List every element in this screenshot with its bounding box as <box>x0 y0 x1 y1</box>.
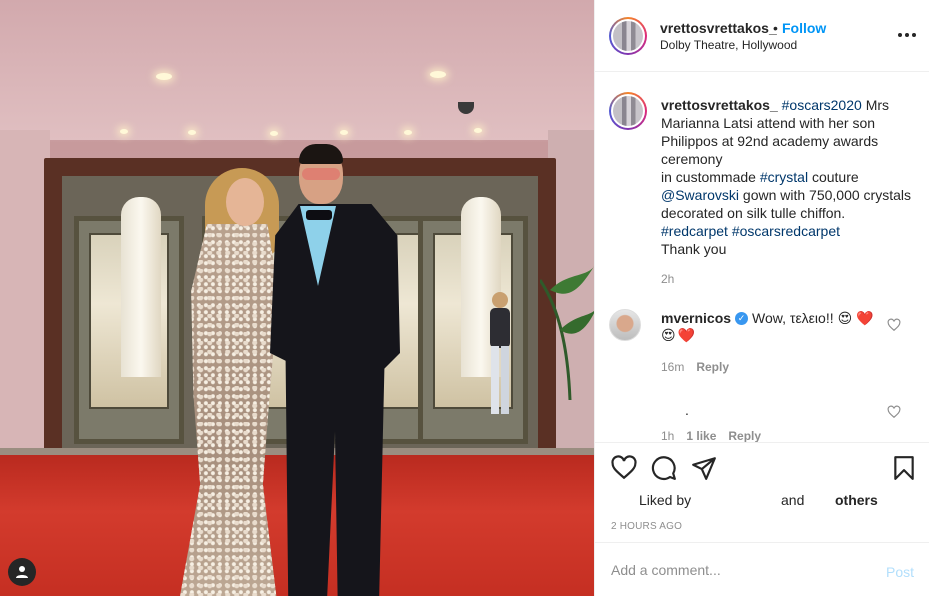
emoji: ❤️ <box>677 327 696 343</box>
ceiling-light <box>340 130 348 135</box>
caption-author-avatar[interactable] <box>609 92 647 130</box>
ceiling-light <box>404 130 412 135</box>
woman-face <box>226 178 264 226</box>
comment-emojis: 😍 ❤️ <box>661 328 695 342</box>
man-hair <box>299 144 343 164</box>
author-username[interactable]: vrettosvrettakos_ <box>660 20 777 36</box>
comment-time[interactable]: 16m <box>661 360 684 374</box>
comment-like-heart-icon[interactable] <box>887 405 901 419</box>
post-actions: Liked by and others 2 HOURS AGO <box>595 442 929 542</box>
caption-line: couture <box>808 169 859 185</box>
author-avatar[interactable] <box>609 17 647 55</box>
caption-username[interactable]: vrettosvrettakos_ <box>661 97 778 113</box>
ceiling-light <box>430 71 446 78</box>
comments-list[interactable]: vrettosvrettakos_ #oscars2020 Mrs Marian… <box>595 72 929 442</box>
post-sidebar: vrettosvrettakos_ • Follow Dolby Theatre… <box>594 0 929 596</box>
post-header: vrettosvrettakos_ • Follow Dolby Theatre… <box>595 0 929 72</box>
post-caption: vrettosvrettakos_ #oscars2020 Mrs Marian… <box>661 96 917 258</box>
caption-time[interactable]: 2h <box>661 272 674 286</box>
comment-body: Wow, τελειο!! <box>752 310 834 326</box>
add-comment-bar: Post <box>595 542 929 596</box>
ceiling-light <box>120 129 128 134</box>
comment-text: mvernicos ✓ Wow, τελειο!! 😍 ❤️ <box>661 310 874 326</box>
wall <box>0 130 50 460</box>
follow-button[interactable]: Follow <box>782 20 826 36</box>
liked-by-others-link[interactable]: others <box>835 492 878 508</box>
share-paper-plane-icon[interactable] <box>691 455 717 481</box>
bow-tie <box>306 210 332 220</box>
save-bookmark-icon[interactable] <box>891 455 917 481</box>
comment-like-heart-icon[interactable] <box>887 318 901 332</box>
ceiling-light <box>474 128 482 133</box>
reply-button[interactable]: Reply <box>696 360 729 374</box>
comment-likes[interactable]: 1 like <box>686 429 716 442</box>
reply-button[interactable]: Reply <box>728 429 761 442</box>
person-icon <box>16 566 28 578</box>
post-photo[interactable] <box>0 0 594 596</box>
plant <box>540 266 594 400</box>
emoji: 😍 <box>661 327 676 343</box>
ceiling-light <box>188 130 196 135</box>
post-comment-button[interactable]: Post <box>886 564 914 580</box>
emoji: ❤️ <box>856 310 874 326</box>
add-comment-input[interactable] <box>611 557 861 583</box>
comment-bubble-icon[interactable] <box>651 455 677 481</box>
hashtag-link[interactable]: #crystal <box>760 169 808 185</box>
comment-body: . <box>685 402 689 418</box>
caption-line: Thank you <box>661 241 727 257</box>
hashtag-link[interactable]: #redcarpet <box>661 223 728 239</box>
commenter-avatar[interactable] <box>609 309 641 341</box>
tagged-users-button[interactable] <box>8 558 36 586</box>
hashtag-link[interactable]: #oscarsredcarpet <box>732 223 840 239</box>
emoji: 😍 <box>837 310 853 326</box>
comment-meta: 1h 1 like Reply <box>661 429 761 442</box>
commenter-username[interactable]: mvernicos <box>661 310 731 326</box>
liked-by-text: Liked by <box>639 492 692 508</box>
ceiling-light <box>270 131 278 136</box>
like-heart-icon[interactable] <box>611 455 637 481</box>
ceiling <box>0 0 594 140</box>
door <box>74 197 184 444</box>
separator-dot: • <box>773 20 778 36</box>
sunglasses <box>302 168 340 180</box>
comment-time[interactable]: 1h <box>661 429 674 442</box>
more-horizontal-icon[interactable] <box>895 26 919 44</box>
caption-line: in custommade <box>661 169 760 185</box>
background-person <box>490 292 510 414</box>
liked-by-and: and <box>781 492 805 508</box>
hashtag-link[interactable]: #oscars2020 <box>782 97 862 113</box>
comment-meta: 16m Reply <box>661 360 729 374</box>
post-location[interactable]: Dolby Theatre, Hollywood <box>660 38 797 52</box>
ceiling-light <box>156 73 172 80</box>
mention-link[interactable]: @Swarovski <box>661 187 739 203</box>
post-timestamp[interactable]: 2 HOURS AGO <box>611 521 682 532</box>
verified-badge-icon: ✓ <box>735 311 749 325</box>
